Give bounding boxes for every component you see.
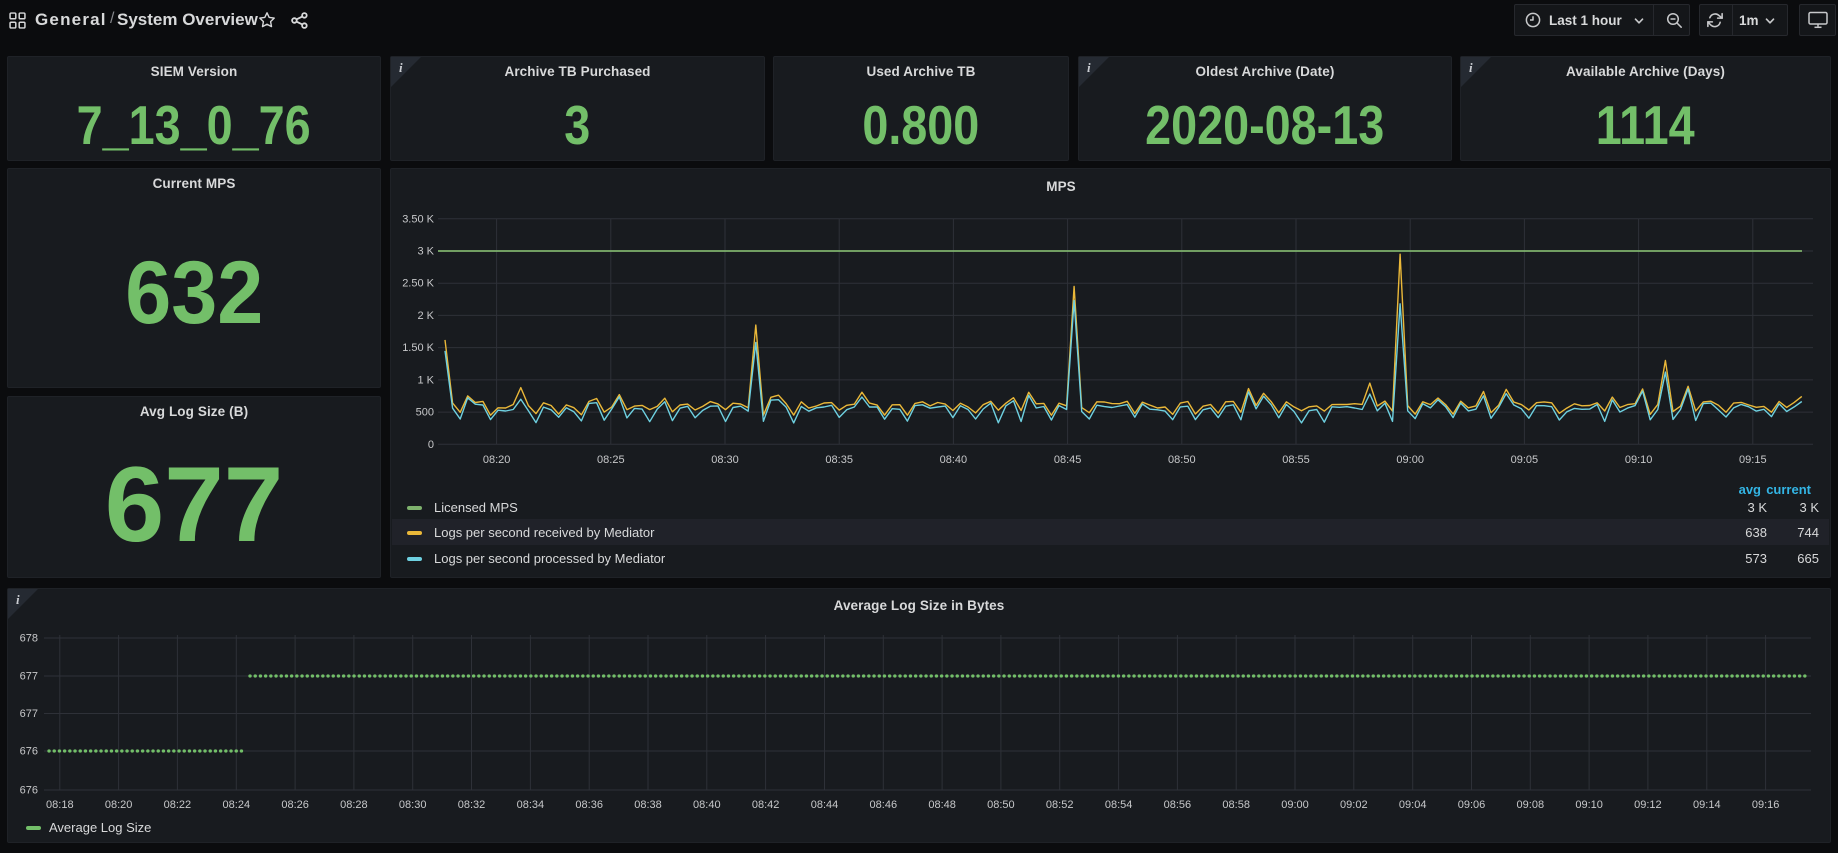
svg-text:09:06: 09:06	[1458, 799, 1486, 811]
svg-text:08:22: 08:22	[164, 799, 192, 811]
svg-text:08:32: 08:32	[458, 799, 486, 811]
svg-text:08:20: 08:20	[105, 799, 133, 811]
svg-text:3.50 K: 3.50 K	[402, 213, 434, 225]
svg-text:09:14: 09:14	[1693, 799, 1721, 811]
svg-text:08:34: 08:34	[517, 799, 545, 811]
svg-text:500: 500	[416, 407, 434, 419]
svg-text:08:36: 08:36	[575, 799, 603, 811]
svg-text:09:12: 09:12	[1634, 799, 1662, 811]
svg-text:08:35: 08:35	[825, 454, 853, 466]
svg-text:0: 0	[428, 439, 434, 451]
svg-text:08:54: 08:54	[1105, 799, 1133, 811]
svg-text:08:52: 08:52	[1046, 799, 1074, 811]
svg-text:09:00: 09:00	[1281, 799, 1309, 811]
svg-text:1 K: 1 K	[417, 374, 434, 386]
svg-text:08:58: 08:58	[1222, 799, 1250, 811]
svg-text:08:38: 08:38	[634, 799, 662, 811]
svg-text:2 K: 2 K	[417, 310, 434, 322]
svg-text:08:18: 08:18	[46, 799, 74, 811]
svg-text:2.50 K: 2.50 K	[402, 278, 434, 290]
svg-text:09:10: 09:10	[1575, 799, 1603, 811]
svg-text:08:50: 08:50	[987, 799, 1015, 811]
svg-text:08:30: 08:30	[399, 799, 427, 811]
svg-text:09:05: 09:05	[1511, 454, 1539, 466]
svg-text:3 K: 3 K	[417, 246, 434, 258]
svg-text:08:48: 08:48	[928, 799, 956, 811]
svg-text:09:04: 09:04	[1399, 799, 1427, 811]
svg-text:08:50: 08:50	[1168, 454, 1196, 466]
svg-text:08:45: 08:45	[1054, 454, 1082, 466]
svg-text:08:46: 08:46	[870, 799, 898, 811]
svg-text:09:10: 09:10	[1625, 454, 1653, 466]
svg-text:08:20: 08:20	[483, 454, 511, 466]
svg-text:09:15: 09:15	[1739, 454, 1767, 466]
svg-text:08:28: 08:28	[340, 799, 368, 811]
svg-text:08:55: 08:55	[1282, 454, 1310, 466]
svg-text:08:56: 08:56	[1164, 799, 1192, 811]
svg-text:08:40: 08:40	[693, 799, 721, 811]
svg-text:676: 676	[20, 746, 38, 758]
svg-text:08:30: 08:30	[711, 454, 739, 466]
svg-text:09:08: 09:08	[1517, 799, 1545, 811]
svg-text:09:00: 09:00	[1396, 454, 1424, 466]
svg-text:08:24: 08:24	[223, 799, 251, 811]
svg-text:09:16: 09:16	[1752, 799, 1780, 811]
svg-text:08:42: 08:42	[752, 799, 780, 811]
svg-text:678: 678	[20, 633, 38, 645]
svg-text:677: 677	[20, 708, 38, 720]
svg-text:677: 677	[20, 671, 38, 683]
svg-text:08:26: 08:26	[281, 799, 309, 811]
svg-text:08:44: 08:44	[811, 799, 839, 811]
svg-text:676: 676	[20, 785, 38, 797]
svg-text:08:40: 08:40	[940, 454, 968, 466]
svg-text:09:02: 09:02	[1340, 799, 1368, 811]
svg-text:08:25: 08:25	[597, 454, 625, 466]
svg-text:1.50 K: 1.50 K	[402, 342, 434, 354]
